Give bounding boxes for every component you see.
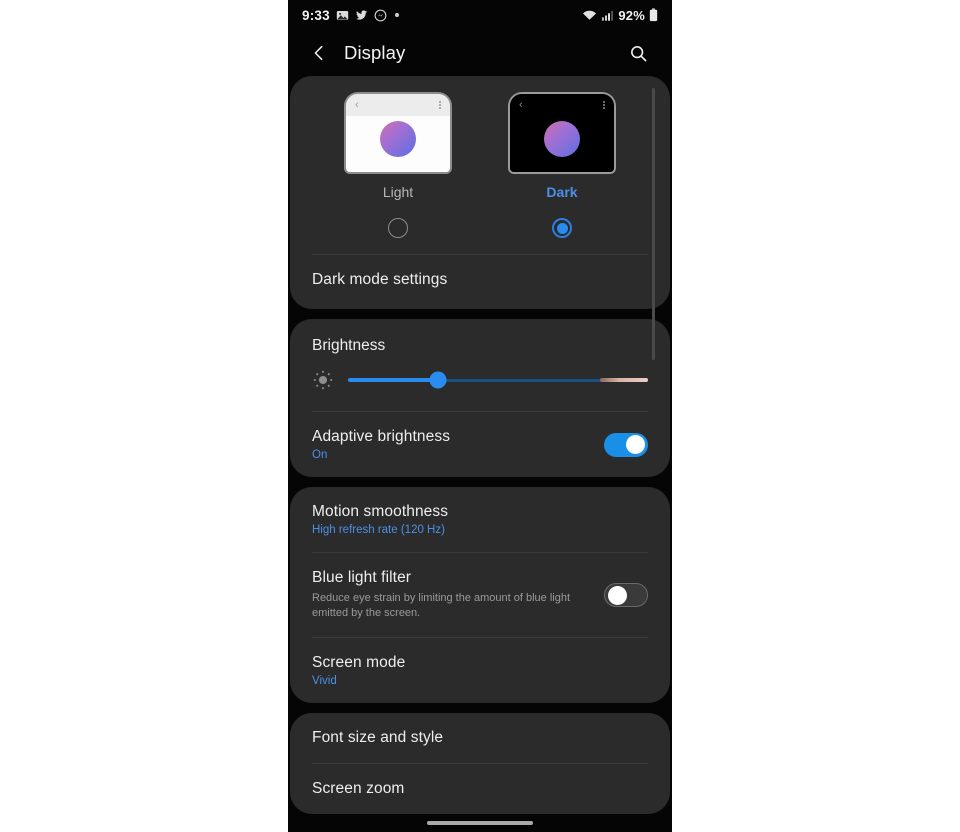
row-title: Screen zoom — [312, 779, 405, 797]
row-adaptive-brightness-text: Adaptive brightness On — [312, 428, 590, 461]
row-title: Dark mode settings — [312, 271, 448, 288]
brightness-slider-fill — [348, 378, 438, 382]
row-screen-zoom-text: Screen zoom — [312, 780, 648, 798]
gesture-navigation-bar[interactable] — [427, 821, 533, 825]
row-motion-smoothness[interactable]: Motion smoothness High refresh rate (120… — [290, 487, 670, 552]
status-bar-right: 92% — [582, 8, 658, 23]
back-button[interactable] — [306, 40, 332, 66]
battery-percent-label: 92% — [618, 7, 645, 23]
dark-theme-radio[interactable] — [552, 218, 572, 238]
messenger-icon — [374, 9, 387, 21]
brightness-slider-warm-end — [600, 378, 648, 382]
row-dark-mode-settings-text: Dark mode settings — [312, 271, 648, 289]
photo-icon — [336, 10, 349, 20]
light-theme-label: Light — [382, 184, 414, 200]
display-options-card: Motion smoothness High refresh rate (120… — [290, 487, 670, 703]
light-theme-radio[interactable] — [388, 218, 408, 238]
row-screen-zoom[interactable]: Screen zoom — [290, 764, 670, 814]
toggle-knob — [626, 435, 645, 454]
row-title: Screen mode — [312, 653, 406, 671]
row-motion-smoothness-text: Motion smoothness High refresh rate (120… — [312, 503, 648, 536]
row-description: Reduce eye strain by limiting the amount… — [312, 592, 571, 619]
row-screen-mode-text: Screen mode Vivid — [312, 654, 648, 687]
row-subtitle: High refresh rate (120 Hz) — [312, 524, 445, 536]
blue-light-filter-toggle[interactable] — [604, 582, 648, 607]
toggle-knob — [607, 586, 627, 606]
text-options-card: Font size and style Screen zoom — [290, 712, 670, 814]
twitter-icon — [355, 9, 368, 20]
mini-back-chevron-icon: ‹ — [355, 98, 359, 111]
wifi-icon — [583, 10, 597, 20]
mini-back-chevron-icon: ‹ — [519, 98, 523, 111]
brightness-slider-thumb[interactable] — [429, 371, 447, 389]
status-bar: 9:33 92% — [288, 0, 672, 30]
theme-option-dark[interactable]: ‹ Dark — [506, 94, 618, 238]
light-preview-topbar: ‹ — [346, 94, 450, 116]
row-title: Blue light filter — [312, 569, 412, 586]
row-screen-mode[interactable]: Screen mode Vivid — [290, 638, 670, 703]
brightness-sun-icon — [313, 370, 333, 390]
row-subtitle: Vivid — [312, 674, 337, 687]
battery-icon — [649, 8, 658, 22]
phone-screen: 9:33 92% Display ‹ Light ‹ Dark Dark mod… — [288, 0, 672, 832]
light-theme-preview: ‹ — [346, 94, 450, 172]
search-icon — [630, 45, 646, 61]
scrollbar[interactable] — [652, 88, 655, 748]
row-blue-light-filter[interactable]: Blue light filter Reduce eye strain by l… — [290, 553, 670, 637]
row-font-size-and-style-text: Font size and style — [312, 729, 648, 747]
row-dark-mode-settings[interactable]: Dark mode settings — [290, 255, 670, 305]
brightness-slider-row — [290, 355, 670, 411]
search-button[interactable] — [624, 39, 652, 67]
row-subtitle: On — [312, 449, 328, 461]
mini-overflow-dots-icon — [439, 100, 441, 110]
dark-theme-preview: ‹ — [510, 94, 614, 172]
dark-theme-label: Dark — [546, 184, 578, 200]
screenshot-canvas: 9:33 92% Display ‹ Light ‹ Dark Dark mod… — [0, 0, 960, 832]
row-title: Adaptive brightness — [312, 428, 451, 445]
brightness-slider[interactable] — [348, 371, 648, 389]
row-title: Font size and style — [312, 728, 444, 746]
mini-overflow-dots-icon — [603, 100, 605, 110]
app-bar: Display — [288, 30, 672, 76]
row-blue-light-filter-text: Blue light filter Reduce eye strain by l… — [312, 569, 590, 621]
dark-preview-topbar: ‹ — [510, 94, 614, 116]
theme-option-light[interactable]: ‹ Light — [342, 94, 454, 238]
theme-section-card: ‹ Light ‹ Dark Dark mode settings — [290, 76, 670, 309]
row-font-size-and-style[interactable]: Font size and style — [290, 713, 670, 763]
dark-preview-circle — [544, 121, 580, 157]
dot-icon — [394, 13, 399, 17]
status-bar-left: 9:33 — [302, 8, 399, 23]
scrollbar-thumb[interactable] — [652, 88, 655, 360]
row-title: Motion smoothness — [312, 503, 449, 520]
light-preview-circle — [380, 121, 416, 157]
adaptive-brightness-toggle[interactable] — [604, 432, 648, 457]
settings-scroll-area[interactable]: ‹ Light ‹ Dark Dark mode settings Bright… — [288, 76, 672, 832]
back-chevron-icon — [314, 45, 323, 61]
status-bar-time: 9:33 — [302, 7, 330, 23]
row-adaptive-brightness[interactable]: Adaptive brightness On — [290, 412, 670, 477]
page-title: Display — [344, 42, 406, 63]
theme-chooser: ‹ Light ‹ Dark — [290, 88, 670, 238]
brightness-section-card: Brightness Adaptive brightness On — [290, 319, 670, 477]
signal-icon — [602, 10, 614, 21]
brightness-title: Brightness — [312, 337, 386, 354]
